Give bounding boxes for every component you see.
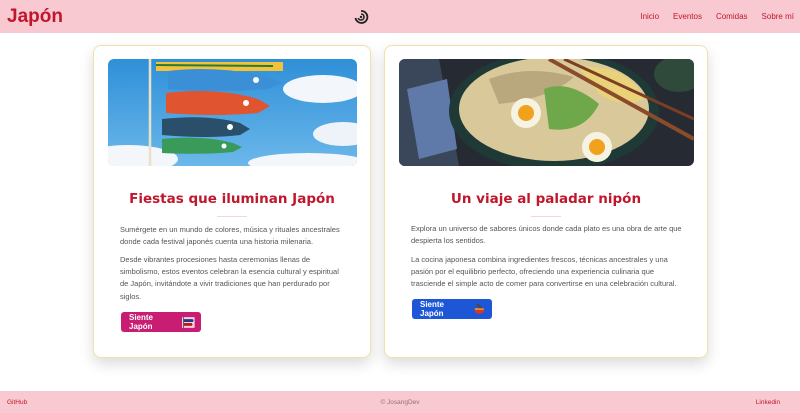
button-label: Siente Japón: [129, 313, 154, 331]
spiral-icon[interactable]: [353, 9, 369, 25]
siente-japon-button[interactable]: Siente Japón: [412, 299, 492, 319]
title-divider: [217, 216, 247, 217]
footer-bar: GitHub © JosangDev Linkedin: [0, 391, 800, 413]
linkedin-link[interactable]: Linkedin: [756, 399, 780, 406]
card-title: Fiestas que iluminan Japón: [129, 191, 335, 207]
nav-sobre-mi[interactable]: Sobre mí: [762, 12, 794, 21]
ramen-image: [399, 59, 694, 166]
header-bar: Japón Inicio Eventos Comidas Sobre mí: [0, 0, 800, 33]
nav-inicio[interactable]: Inicio: [640, 12, 659, 21]
nav-comidas[interactable]: Comidas: [716, 12, 748, 21]
card-paragraph: Explora un universo de sabores únicos do…: [411, 224, 682, 246]
siente-japon-button[interactable]: Siente Japón: [121, 312, 201, 332]
koinobori-icon: [182, 316, 195, 328]
copyright-text: © JosangDev: [380, 399, 420, 406]
ramen-icon: [474, 303, 486, 314]
main-nav: Inicio Eventos Comidas Sobre mí: [640, 12, 794, 21]
title-divider: [531, 216, 561, 217]
nav-eventos[interactable]: Eventos: [673, 12, 702, 21]
button-label: Siente Japón: [420, 300, 445, 318]
card-title: Un viaje al paladar nipón: [450, 191, 642, 207]
card-paragraph: La cocina japonesa combina ingredientes …: [411, 255, 677, 289]
koinobori-image: [108, 59, 357, 166]
festivals-card: Fiestas que iluminan Japón Sumérgete en …: [93, 45, 371, 358]
food-card: Un viaje al paladar nipón Explora un uni…: [384, 45, 708, 358]
card-paragraph: Sumérgete en un mundo de colores, música…: [120, 225, 340, 247]
card-paragraph: Desde vibrantes procesiones hasta ceremo…: [120, 255, 339, 301]
brand-logo[interactable]: Japón: [7, 6, 63, 28]
